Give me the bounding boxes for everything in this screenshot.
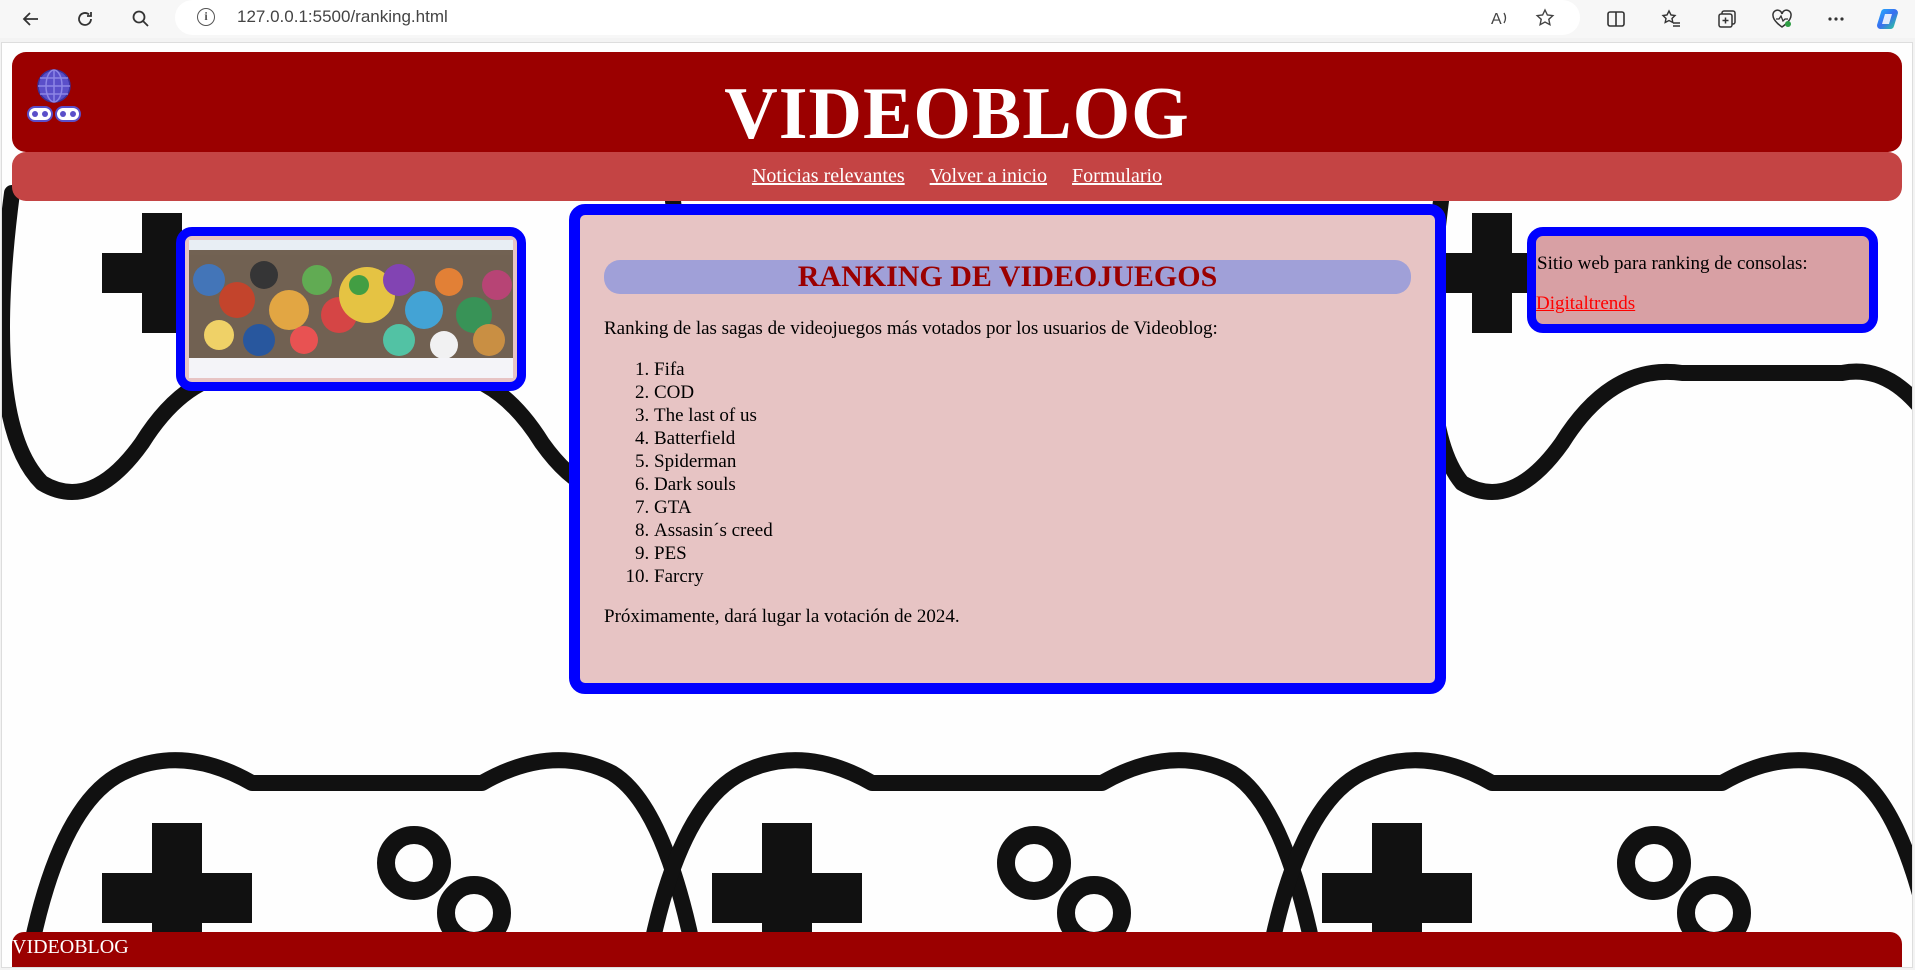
search-icon[interactable] [126,4,156,34]
page-title: VIDEOBLOG [724,73,1190,155]
ranking-list: Fifa COD The last of us Batterfield Spid… [604,358,1411,588]
svg-text:A: A [1491,11,1502,28]
ranking-item: Assasin´s creed [654,519,1411,542]
back-arrow-icon[interactable] [16,4,46,34]
browser-essentials-icon[interactable] [1767,4,1797,34]
image-panel [176,227,526,391]
reload-icon[interactable] [70,4,100,34]
ranking-item: Batterfield [654,427,1411,450]
videogame-characters-image [189,240,513,378]
site-header: VIDEOBLOG [12,52,1902,155]
address-bar[interactable]: i 127.0.0.1:5500/ranking.html A [175,0,1580,35]
main-navigation: Noticias relevantes Volver a inicio Form… [12,152,1902,201]
ranking-panel: RANKING DE VIDEOJUEGOS Ranking de las sa… [569,204,1446,694]
sidebar-label: Sitio web para ranking de consolas: [1537,253,1808,274]
site-info-icon[interactable]: i [197,8,215,26]
sidebar-panel: Sitio web para ranking de consolas: Digi… [1527,227,1878,333]
nav-link-noticias[interactable]: Noticias relevantes [752,165,905,188]
ranking-item: COD [654,381,1411,404]
ranking-item: Dark souls [654,473,1411,496]
ranking-intro: Ranking de las sagas de videojuegos más … [604,318,1218,339]
ranking-heading: RANKING DE VIDEOJUEGOS [604,260,1411,294]
nav-link-formulario[interactable]: Formulario [1072,165,1162,188]
ranking-note: Próximamente, dará lugar la votación de … [604,606,960,627]
ranking-item: The last of us [654,404,1411,427]
browser-toolbar: i 127.0.0.1:5500/ranking.html A [0,0,1915,38]
page-viewport: VIDEOBLOG Noticias relevantes Volver a i… [1,42,1913,968]
ranking-item: PES [654,542,1411,565]
footer-text: VIDEOBLOG [12,936,129,958]
site-footer: VIDEOBLOG [12,932,1902,967]
nav-link-inicio[interactable]: Volver a inicio [930,165,1047,188]
read-aloud-icon[interactable]: A [1485,3,1515,33]
ranking-item: GTA [654,496,1411,519]
favorites-icon[interactable] [1656,4,1686,34]
copilot-icon[interactable] [1874,4,1904,34]
ranking-item: Fifa [654,358,1411,381]
digitaltrends-link[interactable]: Digitaltrends [1536,293,1869,315]
ranking-item: Farcry [654,565,1411,588]
collections-icon[interactable] [1712,4,1742,34]
more-options-icon[interactable] [1821,4,1851,34]
favorite-star-icon[interactable] [1530,3,1560,33]
ranking-item: Spiderman [654,450,1411,473]
split-screen-icon[interactable] [1601,4,1631,34]
address-url[interactable]: 127.0.0.1:5500/ranking.html [237,7,448,27]
